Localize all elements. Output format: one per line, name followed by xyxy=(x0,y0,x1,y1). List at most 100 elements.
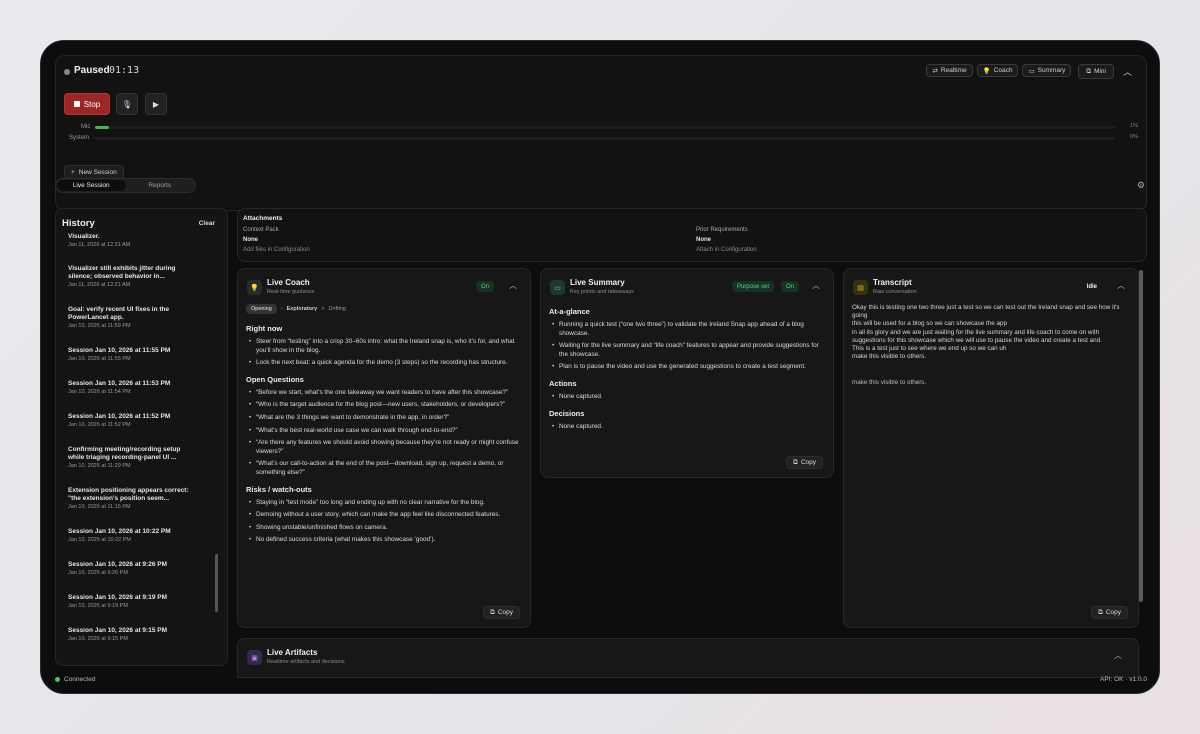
api-version-info: API: OK · v1.0.0 xyxy=(1100,676,1147,683)
view-tabs: Live Session Reports xyxy=(55,178,196,193)
list-item: “What are the 3 things we want to demons… xyxy=(246,414,520,423)
list-item: None captured. xyxy=(549,423,823,432)
live-artifacts-subtitle: Realtime artifacts and decisions xyxy=(267,659,345,665)
history-item[interactable]: Session Jan 10, 2026 at 11:53 PM Jan 10, … xyxy=(68,380,193,396)
archive-icon: ▣ xyxy=(247,650,262,665)
history-item[interactable]: Visualizer. Jan 11, 2026 at 12:31 AM xyxy=(68,233,193,249)
summary-status-badge[interactable]: On xyxy=(780,281,799,292)
history-item-title: Session Jan 10, 2026 at 9:15 PM xyxy=(68,627,167,634)
history-item-title: Session Jan 10, 2026 at 9:19 PM xyxy=(68,594,167,601)
history-item-title: Session Jan 10, 2026 at 11:55 PM xyxy=(68,347,171,354)
message-icon: ▭ xyxy=(550,280,565,295)
transcript-card: ▤ Transcript Raw conversation Idle ︿ Oka… xyxy=(843,268,1139,628)
history-item-date: Jan 10, 2026 at 11:59 PM xyxy=(68,323,131,329)
microphone-icon: 🎙 xyxy=(121,99,133,109)
attachments-panel: Attachments Context Pack None Add files … xyxy=(237,208,1147,262)
collapse-summary-chevron-up-icon[interactable]: ︿ xyxy=(812,280,820,291)
lightbulb-icon: 💡 xyxy=(247,280,262,295)
section-heading: Open Questions xyxy=(246,374,304,384)
history-item-date: Jan 10, 2026 at 11:15 PM xyxy=(68,504,131,510)
stop-icon xyxy=(73,101,80,107)
history-item-title: Visualizer still exhibits jitter during … xyxy=(68,265,176,280)
transcript-status-badge: Idle xyxy=(1086,283,1097,290)
history-item[interactable]: Session Jan 10, 2026 at 9:15 PM Jan 10, 2… xyxy=(68,627,193,643)
live-summary-card: ▭ Live Summary Key points and takeaways … xyxy=(540,268,834,478)
prior-requirements-label: Prior Requirements xyxy=(696,227,748,233)
new-session-label: New Session xyxy=(78,168,117,176)
stop-button[interactable]: Stop xyxy=(64,93,110,115)
copy-icon: ⧉ xyxy=(490,608,495,616)
copy-icon: ⧉ xyxy=(793,458,798,466)
mic-meter-fill xyxy=(95,126,109,129)
history-item[interactable]: Goal: verify recent UI fixes in the Powe… xyxy=(68,306,193,330)
history-item-date: Jan 11, 2026 at 12:31 AM xyxy=(68,242,131,248)
history-item[interactable]: Extension positioning appears correct: "… xyxy=(68,487,193,511)
session-control-panel: Paused 01:13 ⇄ Realtime 💡 Coach ▭ Summary ⧉… xyxy=(55,55,1147,211)
list-item: “Are there any features we should avoid … xyxy=(246,439,520,456)
list-item: Running a quick test (“one two three”) t… xyxy=(549,321,823,338)
new-session-button[interactable]: + New Session xyxy=(64,165,124,179)
tab-live-session[interactable]: Live Session xyxy=(57,180,126,191)
collapse-artifacts-chevron-up-icon[interactable]: ︿ xyxy=(1114,650,1122,661)
list-item: None captured. xyxy=(549,393,823,402)
history-item-date: Jan 11, 2026 at 12:21 AM xyxy=(68,282,131,288)
list-item: Steer from “testing” into a crisp 30–60s… xyxy=(246,338,520,355)
list-item: Plan is to pause the video and use the g… xyxy=(549,363,823,372)
summary-copy-button[interactable]: ⧉ Copy xyxy=(786,456,823,469)
summary-pill[interactable]: ▭ Summary xyxy=(1022,64,1072,77)
history-item[interactable]: Session Jan 10, 2026 at 10:22 PM Jan 10, … xyxy=(68,528,193,544)
history-item[interactable]: Session Jan 10, 2026 at 9:19 PM Jan 10, 2… xyxy=(68,594,193,610)
collapse-transcript-chevron-up-icon[interactable]: ︿ xyxy=(1117,280,1125,291)
history-item-title: Session Jan 10, 2026 at 11:52 PM xyxy=(68,413,171,420)
transcript-text: Okay this is testing one two three just … xyxy=(852,304,1120,361)
history-item-date: Jan 10, 2026 at 11:29 PM xyxy=(68,463,131,469)
settings-gear-icon[interactable]: ⚙ xyxy=(1137,180,1145,191)
context-pack-value: None xyxy=(243,237,258,243)
list-item: Waiting for the live summary and “life c… xyxy=(549,342,823,359)
clear-history-button[interactable]: Clear xyxy=(199,220,215,227)
purpose-set-badge[interactable]: Purpose set xyxy=(731,281,774,292)
tab-reports[interactable]: Reports xyxy=(126,180,195,191)
collapse-coach-chevron-up-icon[interactable]: ︿ xyxy=(509,280,517,291)
history-item-date: Jan 10, 2026 at 9:19 PM xyxy=(68,603,128,609)
main-scrollbar[interactable] xyxy=(1139,270,1143,602)
history-item[interactable]: Visualizer still exhibits jitter during … xyxy=(68,265,193,289)
session-timer: 01:13 xyxy=(109,65,140,76)
connected-dot-icon xyxy=(55,677,60,682)
prior-requirements-hint[interactable]: Attach in Configuration xyxy=(696,247,757,253)
play-button[interactable]: ▶ xyxy=(145,93,167,115)
history-item[interactable]: Session Jan 10, 2026 at 11:55 PM Jan 10, … xyxy=(68,347,193,363)
arrow-icon: › xyxy=(280,306,283,312)
history-scrollbar[interactable] xyxy=(215,554,218,612)
list-item: “What’s our call-to-action at the end of… xyxy=(246,460,520,477)
mini-button[interactable]: ⧉ Mini xyxy=(1078,64,1114,79)
history-item-title: Extension positioning appears correct: "… xyxy=(68,487,189,502)
history-item-date: Jan 10, 2026 at 9:26 PM xyxy=(68,570,128,576)
realtime-pill[interactable]: ⇄ Realtime xyxy=(926,64,973,77)
history-item-date: Jan 10, 2026 at 9:15 PM xyxy=(68,636,128,642)
history-item-title: Session Jan 10, 2026 at 10:22 PM xyxy=(68,528,171,535)
history-item[interactable]: Confirming meeting/recording setup while… xyxy=(68,446,193,470)
history-item-title: Confirming meeting/recording setup while… xyxy=(68,446,181,461)
pill-label: Summary xyxy=(1037,67,1066,74)
transcript-copy-button[interactable]: ⧉ Copy xyxy=(1091,606,1128,619)
system-meter xyxy=(95,137,1115,140)
history-item-title: Goal: verify recent UI fixes in the Powe… xyxy=(68,306,170,321)
coach-pill[interactable]: 💡 Coach xyxy=(976,64,1019,77)
copy-label: Copy xyxy=(1105,609,1121,616)
history-panel: History Clear Visualizer. Jan 11, 2026 at… xyxy=(55,208,228,666)
collapse-panel-chevron-up-icon[interactable]: ︿ xyxy=(1123,65,1132,78)
status-dot xyxy=(64,69,70,75)
coach-status-badge[interactable]: On xyxy=(475,281,494,292)
list-item: Staying in “test mode” too long and endi… xyxy=(246,499,520,508)
context-pack-label: Context Pack xyxy=(243,227,279,233)
list-item: Lock the next beat: a quick agenda for t… xyxy=(246,359,520,368)
microphone-button[interactable]: 🎙 xyxy=(116,93,138,115)
context-pack-hint[interactable]: Add files in Configuration xyxy=(243,247,310,253)
history-item[interactable]: Session Jan 10, 2026 at 9:26 PM Jan 10, 2… xyxy=(68,561,193,577)
history-item[interactable]: Session Jan 10, 2026 at 11:52 PM Jan 10, … xyxy=(68,413,193,429)
api-status: API: OK xyxy=(1100,676,1124,683)
copy-icon: ⧉ xyxy=(1098,608,1103,616)
section-heading: Decisions xyxy=(549,408,585,418)
coach-copy-button[interactable]: ⧉ Copy xyxy=(483,606,520,619)
